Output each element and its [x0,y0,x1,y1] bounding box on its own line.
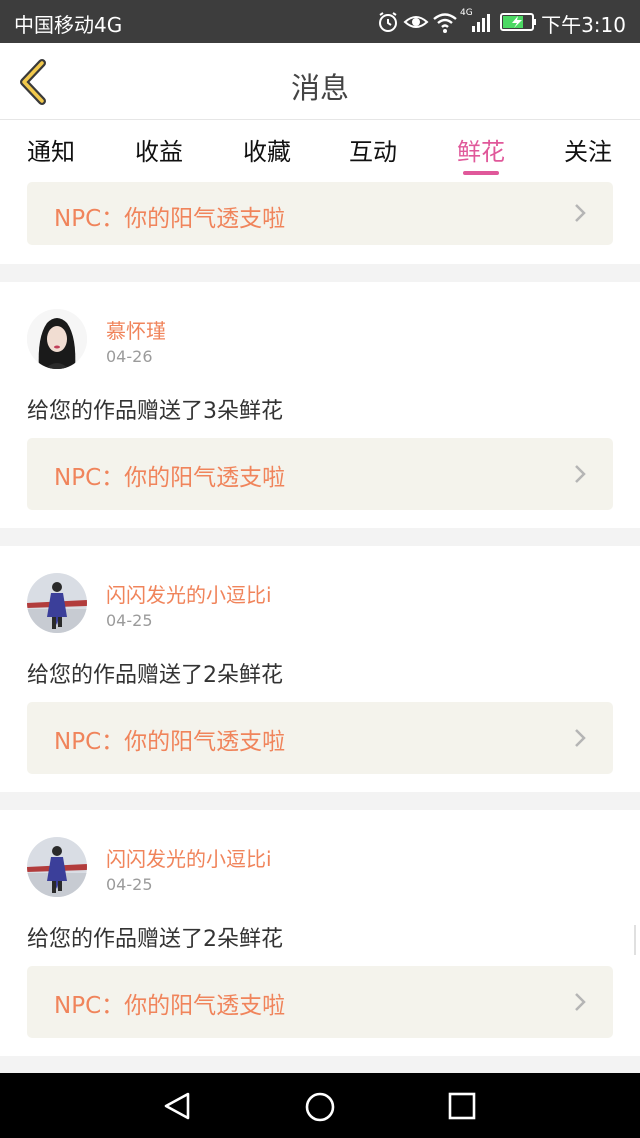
scrollbar[interactable] [634,925,636,955]
message-date: 04-26 [106,347,153,366]
avatar[interactable] [27,573,87,633]
tab-bar: 通知 收益 收藏 互动 鲜花 关注 [0,120,640,182]
tab-flowers[interactable]: 鲜花 [431,132,531,167]
eye-icon [403,16,429,28]
chevron-right-icon [575,204,586,222]
alarm-icon [379,12,397,32]
avatar[interactable] [27,309,87,369]
npc-text: NPC：你的阳气透支啦 [54,206,286,232]
message-card: 闪闪发光的小逗比i 04-25 给您的作品赠送了2朵鲜花 NPC：你的阳气透支啦 [0,810,640,1056]
clock-label: 下午3:10 [541,13,626,37]
tab-notifications[interactable]: 通知 [1,132,101,167]
username[interactable]: 慕怀瑾 [106,315,166,344]
chevron-right-icon [575,729,586,747]
npc-text: NPC：你的阳气透支啦 [54,465,286,491]
page-title: 消息 [290,71,349,105]
username[interactable]: 闪闪发光的小逗比i [106,843,272,872]
tab-interactions[interactable]: 互动 [323,132,423,167]
npc-text: NPC：你的阳气透支啦 [54,729,286,755]
status-bar: 中国移动4G 4G 下午3:10 [0,0,640,43]
message-text: 给您的作品赠送了2朵鲜花 [27,663,283,688]
chevron-right-icon [575,465,586,483]
npc-text: NPC：你的阳气透支啦 [54,993,286,1019]
active-tab-indicator [463,171,499,175]
carrier-label: 中国移动4G [14,13,123,37]
npc-link[interactable]: NPC：你的阳气透支啦 [27,702,613,774]
recents-square-icon[interactable] [446,1090,478,1122]
message-date: 04-25 [106,875,153,894]
username[interactable]: 闪闪发光的小逗比i [106,579,272,608]
message-card: 闪闪发光的小逗比i 04-25 给您的作品赠送了2朵鲜花 NPC：你的阳气透支啦 [0,546,640,792]
avatar[interactable] [27,837,87,897]
back-triangle-icon[interactable] [160,1090,194,1122]
header: 消息 [0,43,640,120]
chevron-right-icon [575,993,586,1011]
npc-link[interactable]: NPC：你的阳气透支啦 [27,182,613,245]
npc-link[interactable]: NPC：你的阳气透支啦 [27,438,613,510]
message-card-partial: NPC：你的阳气透支啦 [0,182,640,264]
home-circle-icon[interactable] [303,1090,337,1124]
tab-following[interactable]: 关注 [538,132,638,167]
tab-earnings[interactable]: 收益 [109,132,209,167]
tab-favorites[interactable]: 收藏 [217,132,317,167]
battery-charging-icon [500,13,536,31]
message-text: 给您的作品赠送了2朵鲜花 [27,927,283,952]
npc-link[interactable]: NPC：你的阳气透支啦 [27,966,613,1038]
message-text: 给您的作品赠送了3朵鲜花 [27,399,283,424]
message-date: 04-25 [106,611,153,630]
system-nav-bar [0,1073,640,1138]
wifi-icon [433,13,457,33]
message-card: 慕怀瑾 04-26 给您的作品赠送了3朵鲜花 NPC：你的阳气透支啦 [0,282,640,528]
signal-icon [472,14,490,32]
